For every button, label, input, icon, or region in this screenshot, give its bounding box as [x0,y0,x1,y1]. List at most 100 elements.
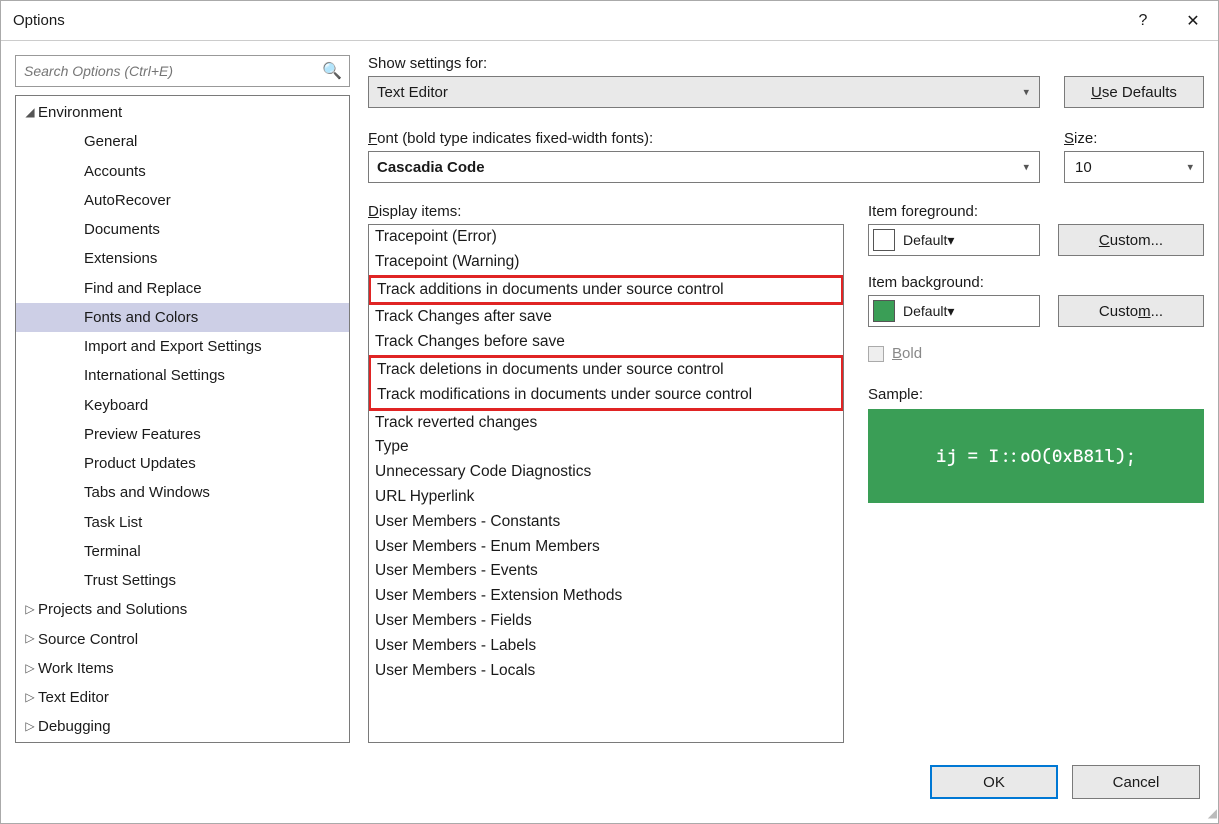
bold-label: Bold [892,345,922,362]
tree-item[interactable]: Preview Features [16,420,349,449]
close-button[interactable]: ✕ [1168,1,1218,41]
list-item[interactable]: User Members - Enum Members [369,535,843,560]
tree-twisty-icon[interactable]: ▷ [22,627,38,650]
nav-tree[interactable]: ◢EnvironmentGeneralAccountsAutoRecoverDo… [15,95,350,743]
font-value: Cascadia Code [377,159,485,176]
search-icon[interactable]: 🔍 [322,61,342,81]
tree-item[interactable]: Terminal [16,537,349,566]
sample-preview: ij = I::oO(0xB81l); [868,409,1204,503]
bg-custom-button[interactable]: Custom... [1058,295,1204,327]
item-fg-value: Default [903,232,947,248]
tree-twisty-icon[interactable]: ▷ [22,715,38,738]
tree-item[interactable]: Fonts and Colors [16,303,349,332]
resize-grip-icon[interactable]: ◢ [1208,806,1215,820]
tree-item-label: Fonts and Colors [84,303,198,332]
tree-item-label: Accounts [84,157,146,186]
item-fg-select[interactable]: Default ▾ [868,224,1040,256]
tree-item[interactable]: General [16,127,349,156]
list-item[interactable]: Unnecessary Code Diagnostics [369,460,843,485]
list-item[interactable]: Track additions in documents under sourc… [371,278,841,303]
display-items-list[interactable]: Tracepoint (Error)Tracepoint (Warning) Tr… [368,224,844,743]
tree-item[interactable]: AutoRecover [16,186,349,215]
list-item[interactable]: Track modifications in documents under s… [371,383,841,408]
tree-item-label: Environment [38,98,122,127]
tree-item-label: Tabs and Windows [84,478,210,507]
fg-custom-label: Custom... [1099,232,1163,249]
chevron-down-icon: ▾ [1187,161,1193,174]
tree-item[interactable]: ▷Debugging [16,712,349,741]
list-item[interactable]: Tracepoint (Error) [369,225,843,250]
bg-custom-label: Custom... [1099,303,1163,320]
fg-swatch [873,229,895,251]
tree-item-label: Keyboard [84,391,148,420]
tree-item[interactable]: Task List [16,508,349,537]
ok-label: OK [983,774,1005,791]
list-item[interactable]: Type [369,435,843,460]
list-item[interactable]: Track reverted changes [369,411,843,436]
list-item[interactable]: URL Hyperlink [369,485,843,510]
list-item[interactable]: User Members - Fields [369,609,843,634]
chevron-down-icon: ▾ [947,232,954,249]
search-input[interactable] [15,55,350,87]
tree-item-label: International Settings [84,361,225,390]
fg-custom-button[interactable]: Custom... [1058,224,1204,256]
list-item[interactable]: Track Changes before save [369,330,843,355]
cancel-button[interactable]: Cancel [1072,765,1200,799]
tree-item[interactable]: ▷Projects and Solutions [16,595,349,624]
use-defaults-button[interactable]: Use Defaults [1064,76,1204,108]
tree-item[interactable]: Extensions [16,244,349,273]
title-bar: Options ? ✕ [1,1,1218,41]
tree-item-label: Preview Features [84,420,201,449]
tree-item[interactable]: Import and Export Settings [16,332,349,361]
tree-item-label: Extensions [84,244,157,273]
item-bg-label: Item background: [868,274,1204,291]
tree-item[interactable]: ▷Text Editor [16,683,349,712]
item-bg-select[interactable]: Default ▾ [868,295,1040,327]
size-label: Size: [1064,130,1204,147]
font-select[interactable]: Cascadia Code ▾ [368,151,1040,183]
list-item[interactable]: Track deletions in documents under sourc… [371,358,841,383]
use-defaults-label: Use Defaults [1091,84,1177,101]
tree-item[interactable]: ◢Environment [16,98,349,127]
tree-item-label: Terminal [84,537,141,566]
tree-item[interactable]: Accounts [16,157,349,186]
show-settings-value: Text Editor [377,84,448,101]
tree-item-label: Text Editor [38,683,109,712]
list-item[interactable]: Tracepoint (Warning) [369,250,843,275]
help-button[interactable]: ? [1118,1,1168,41]
tree-item-label: Find and Replace [84,274,202,303]
ok-button[interactable]: OK [930,765,1058,799]
chevron-down-icon: ▾ [947,303,954,320]
tree-item[interactable]: Tabs and Windows [16,478,349,507]
tree-item[interactable]: ▷Source Control [16,625,349,654]
size-input[interactable]: 10 ▾ [1064,151,1204,183]
cancel-label: Cancel [1113,774,1160,791]
tree-item-label: Projects and Solutions [38,595,187,624]
list-item[interactable]: User Members - Events [369,559,843,584]
font-label: Font (bold type indicates fixed-width fo… [368,130,1040,147]
list-item[interactable]: User Members - Locals [369,659,843,684]
tree-item[interactable]: Find and Replace [16,274,349,303]
tree-item[interactable]: Keyboard [16,391,349,420]
tree-item-label: General [84,127,137,156]
show-settings-label: Show settings for: [368,55,1040,72]
tree-item[interactable]: Trust Settings [16,566,349,595]
tree-item[interactable]: Documents [16,215,349,244]
tree-item[interactable]: International Settings [16,361,349,390]
tree-twisty-icon[interactable]: ▷ [22,598,38,621]
bold-checkbox [868,346,884,362]
tree-twisty-icon[interactable]: ▷ [22,657,38,680]
tree-twisty-icon[interactable]: ◢ [22,101,38,124]
highlighted-group: Track additions in documents under sourc… [368,275,844,306]
tree-twisty-icon[interactable]: ▷ [22,686,38,709]
tree-item[interactable]: ▷Work Items [16,654,349,683]
sample-text: ij = I::oO(0xB81l); [936,446,1136,467]
list-item[interactable]: User Members - Labels [369,634,843,659]
item-fg-label: Item foreground: [868,203,1204,220]
list-item[interactable]: User Members - Extension Methods [369,584,843,609]
tree-item-label: Import and Export Settings [84,332,262,361]
tree-item[interactable]: Product Updates [16,449,349,478]
list-item[interactable]: User Members - Constants [369,510,843,535]
list-item[interactable]: Track Changes after save [369,305,843,330]
show-settings-select[interactable]: Text Editor ▾ [368,76,1040,108]
